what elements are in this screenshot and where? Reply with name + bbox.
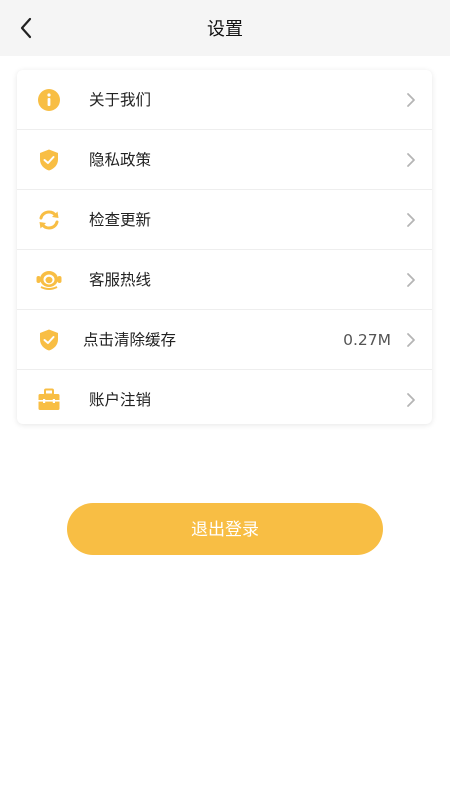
refresh-icon bbox=[39, 210, 59, 230]
info-icon bbox=[38, 89, 60, 111]
settings-item-customer-hotline[interactable]: 客服热线 bbox=[17, 250, 432, 310]
cache-size-value: 0.27M bbox=[343, 331, 391, 349]
page-title: 设置 bbox=[207, 19, 243, 40]
settings-item-about-us[interactable]: 关于我们 bbox=[17, 70, 432, 130]
chevron-right-icon bbox=[407, 273, 415, 287]
settings-item-label: 隐私政策 bbox=[89, 151, 152, 169]
settings-item-label: 检查更新 bbox=[89, 211, 152, 229]
shield-icon bbox=[40, 329, 58, 351]
headset-icon bbox=[36, 271, 62, 290]
settings-item-privacy-policy[interactable]: 隐私政策 bbox=[17, 130, 432, 190]
chevron-right-icon bbox=[407, 93, 415, 107]
briefcase-icon bbox=[38, 388, 60, 410]
top-bar: 设置 bbox=[0, 0, 450, 56]
settings-item-check-update[interactable]: 检查更新 bbox=[17, 190, 432, 250]
chevron-right-icon bbox=[407, 153, 415, 167]
chevron-right-icon bbox=[407, 393, 415, 407]
settings-item-label: 客服热线 bbox=[89, 271, 152, 289]
logout-button[interactable]: 退出登录 bbox=[67, 503, 383, 555]
settings-item-label: 关于我们 bbox=[89, 91, 152, 109]
settings-item-label: 账户注销 bbox=[89, 391, 152, 409]
settings-item-account-deletion[interactable]: 账户注销 bbox=[17, 370, 432, 429]
shield-icon bbox=[40, 149, 58, 171]
chevron-right-icon bbox=[407, 333, 415, 347]
settings-item-label: 点击清除缓存 bbox=[83, 331, 177, 349]
settings-card: 关于我们 隐私政策 检查更新 客服热线 点击清除缓存 0.27M 账户注销 bbox=[17, 70, 432, 424]
chevron-right-icon bbox=[407, 213, 415, 227]
settings-item-clear-cache[interactable]: 点击清除缓存 0.27M bbox=[17, 310, 432, 370]
